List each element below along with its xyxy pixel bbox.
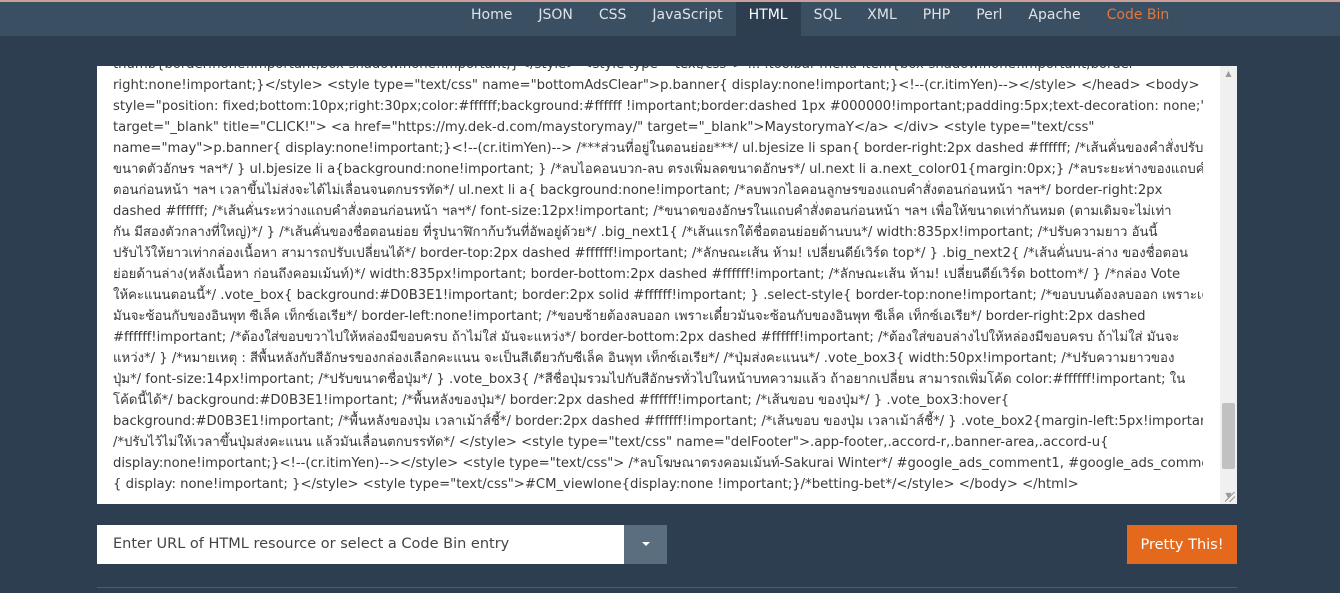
nav-css[interactable]: CSS [586, 2, 640, 36]
code-line: ปุ่ม*/ font-size:14px!important; /*ปรับข… [113, 372, 1186, 387]
resize-handle-icon[interactable] [1225, 492, 1235, 502]
code-line: dashed #ffffff; /*เส้นคั่นระหว่างแถบคำสั… [113, 204, 1172, 219]
code-line: thumb{border:none!important;box-shadow:n… [113, 66, 1203, 75]
nav-code-bin[interactable]: Code Bin [1094, 2, 1183, 36]
code-content: thumb{border:none!important;box-shadow:n… [113, 66, 1203, 495]
nav-php[interactable]: PHP [910, 2, 963, 36]
nav-json[interactable]: JSON [525, 2, 586, 36]
code-line: display:none!important;}<!--(cr.itimYen)… [113, 456, 1203, 471]
code-line: มันจะซ้อนกับของอินพุท ซีเล็ค เท็กซ์เอเรี… [113, 309, 1146, 324]
chevron-down-icon [642, 542, 650, 546]
nav-menu: Home JSON CSS JavaScript HTML SQL XML PH… [458, 2, 1182, 36]
scrollbar-thumb[interactable] [1222, 403, 1235, 469]
nav-sql[interactable]: SQL [801, 2, 855, 36]
url-input[interactable] [97, 525, 624, 564]
code-bin-dropdown-button[interactable] [624, 525, 667, 564]
code-line: ให้คะแนนตอนนี้*/ .vote_box{ background:#… [113, 288, 1203, 303]
code-line: background:#D0B3E1!important; /*พื้นหลัง… [113, 414, 1203, 429]
code-line: โค้ดนี้ได้*/ background:#D0B3E1!importan… [113, 393, 1010, 408]
code-line: ขนาดตัวอักษร ฯลฯ*/ } ul.bjesize li a{bac… [113, 162, 1203, 177]
code-line: { display: none!important; }</style> <st… [113, 477, 1079, 492]
nav-javascript[interactable]: JavaScript [639, 2, 735, 36]
code-line: /*ปรับไว้ไม่ให้เวลาขึ้นปุ่มส่งคะแนน แล้ว… [113, 435, 1109, 450]
nav-home[interactable]: Home [458, 2, 525, 36]
scroll-up-arrow-icon[interactable]: ▲ [1220, 66, 1237, 82]
code-line: right:none!important;}</style> <style ty… [113, 78, 1203, 93]
nav-xml[interactable]: XML [854, 2, 909, 36]
nav-perl[interactable]: Perl [963, 2, 1015, 36]
code-editor-textarea[interactable]: thumb{border:none!important;box-shadow:n… [97, 66, 1237, 504]
editor-scrollbar[interactable]: ▲ ▼ [1220, 66, 1237, 504]
code-line: #ffffff!important; /*ต้องใส่ขอบขวาไปให้ห… [113, 330, 1180, 345]
nav-html[interactable]: HTML [735, 2, 801, 36]
code-line: ปรับไว้ให้ยาวเท่ากล่องเนื้อหา สามารถปรับ… [113, 246, 1189, 261]
divider [97, 587, 1237, 588]
nav-apache[interactable]: Apache [1015, 2, 1093, 36]
code-line: ตอนก่อนหน้า ฯลฯ เวลาขึ้นไม่ส่งจะได้ไม่เล… [113, 183, 1163, 198]
code-line: target="_blank" title="CLICK!"> <a href=… [113, 120, 1095, 135]
code-line: style="position: fixed;bottom:10px;right… [113, 99, 1203, 114]
pretty-this-button[interactable]: Pretty This! [1127, 525, 1237, 564]
top-navbar: Home JSON CSS JavaScript HTML SQL XML PH… [0, 2, 1340, 36]
code-line: name="may">p.banner{ display:none!import… [113, 141, 1203, 156]
code-line: ย่อยด้านล่าง(หลังเนื้อหา ก่อนถึงคอมเม้นท… [113, 267, 1181, 282]
code-line: กัน มีสองตัวกลางที่ใหญ่)*/ } /*เส้นคั่นข… [113, 225, 1158, 240]
code-line: แหว่ง*/ } /*หมายเหตุ : สีพื้นหลังกับสีอั… [113, 351, 1175, 366]
